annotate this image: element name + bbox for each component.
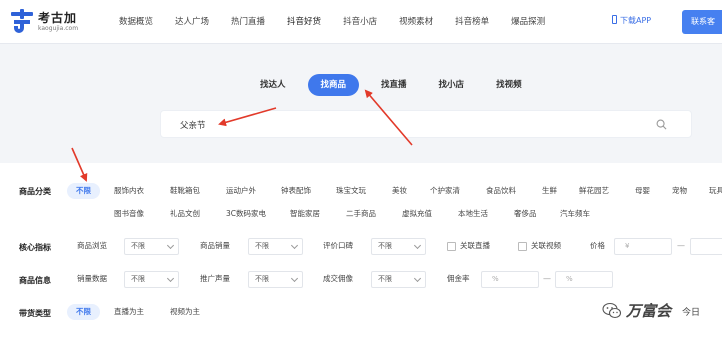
category-option[interactable]: 钟表配饰 — [281, 183, 311, 199]
rating-select[interactable]: 不限 — [371, 238, 426, 255]
category-option[interactable]: 生鲜 — [542, 183, 557, 199]
nav-item-douyin-shops[interactable]: 抖音小店 — [332, 0, 388, 44]
wechat-icon — [602, 302, 622, 319]
views-select-value: 不限 — [131, 242, 145, 250]
rating-select-value: 不限 — [378, 242, 392, 250]
nav-item-influencers[interactable]: 达人广场 — [164, 0, 220, 44]
category-option[interactable]: 本地生活 — [458, 206, 488, 222]
chevron-down-icon — [290, 241, 299, 250]
promo-volume-select[interactable]: 不限 — [248, 271, 303, 288]
download-app-link[interactable]: 下载APP — [612, 15, 651, 26]
chevron-down-icon — [166, 274, 175, 283]
category-option[interactable]: 汽车频车 — [560, 206, 590, 222]
category-option[interactable]: 宠物 — [672, 183, 687, 199]
conversion-label: 成交佣像 — [323, 274, 353, 283]
selling-type-option-all[interactable]: 不限 — [67, 304, 100, 320]
price-min-input[interactable]: ¥ — [614, 238, 672, 255]
category-option[interactable]: 智能家居 — [290, 206, 320, 222]
sales-data-label: 销量数据 — [77, 274, 107, 283]
category-option[interactable]: 珠宝文玩 — [336, 183, 366, 199]
commission-max-input[interactable]: % — [555, 271, 613, 288]
search-icon[interactable] — [656, 119, 667, 130]
search-panel: 找达人 找商品 找直播 找小店 找视频 父亲节 — [0, 50, 722, 157]
range-dash: — — [543, 274, 551, 283]
main-nav: 数据概览 达人广场 热门直播 抖音好货 抖音小店 视频素材 抖音榜单 爆品探测 — [108, 0, 556, 44]
chevron-down-icon — [166, 241, 175, 250]
category-option[interactable]: 3C数码家电 — [226, 206, 266, 222]
commission-rate-label: 佣金率 — [447, 274, 470, 283]
views-label: 商品浏览 — [77, 241, 107, 250]
logo-icon — [11, 9, 33, 33]
category-option[interactable]: 食品饮料 — [486, 183, 516, 199]
find-tabs: 找达人 找商品 找直播 找小店 找视频 — [250, 74, 544, 96]
category-option[interactable]: 图书音像 — [114, 206, 144, 222]
sales-data-select[interactable]: 不限 — [124, 271, 179, 288]
related-video-checkbox[interactable] — [518, 242, 527, 251]
watermark-text: 万富会 — [626, 302, 672, 320]
views-select[interactable]: 不限 — [124, 238, 179, 255]
category-option[interactable]: 奢侈品 — [514, 206, 537, 222]
tab-find-videos[interactable]: 找视频 — [486, 74, 532, 96]
promo-volume-label: 推广声量 — [200, 274, 230, 283]
category-option[interactable]: 鲜花园艺 — [579, 183, 609, 199]
range-dash: — — [677, 241, 685, 250]
tab-find-influencers[interactable]: 找达人 — [250, 74, 296, 96]
conversion-select-value: 不限 — [378, 275, 392, 283]
nav-item-hot-products[interactable]: 爆品探测 — [500, 0, 556, 44]
category-label: 商品分类 — [19, 187, 51, 196]
promo-volume-select-value: 不限 — [255, 275, 269, 283]
nav-item-hot-live[interactable]: 热门直播 — [220, 0, 276, 44]
logo-title: 考古加 — [38, 11, 78, 25]
nav-item-video-materials[interactable]: 视频素材 — [388, 0, 444, 44]
download-app-label: 下载APP — [620, 16, 652, 25]
phone-icon — [612, 15, 617, 24]
category-option[interactable]: 二手商品 — [346, 206, 376, 222]
watermark: 万富会 今日 — [602, 300, 722, 324]
contact-button[interactable]: 联系客 — [682, 10, 722, 34]
selling-type-label: 带货类型 — [19, 309, 51, 318]
category-option[interactable]: 美妆 — [392, 183, 407, 199]
category-option[interactable]: 礼品文创 — [170, 206, 200, 222]
related-live-label: 关联直播 — [460, 241, 490, 250]
watermark-tail: 今日 — [682, 308, 701, 318]
chevron-down-icon — [290, 274, 299, 283]
conversion-select[interactable]: 不限 — [371, 271, 426, 288]
sales-select[interactable]: 不限 — [248, 238, 303, 255]
rating-label: 评价口碑 — [323, 241, 353, 250]
category-option[interactable]: 鞋靴箱包 — [170, 183, 200, 199]
logo[interactable]: 考古加 kaogujia.com — [10, 7, 110, 37]
tab-find-live[interactable]: 找直播 — [371, 74, 417, 96]
search-input-value: 父亲节 — [180, 121, 206, 131]
core-metrics-label: 核心指标 — [19, 243, 51, 252]
sales-label: 商品销量 — [200, 241, 230, 250]
nav-item-data-overview[interactable]: 数据概览 — [108, 0, 164, 44]
category-option[interactable]: 个护家清 — [430, 183, 460, 199]
category-option[interactable]: 虚拟充值 — [402, 206, 432, 222]
price-max-input[interactable] — [690, 238, 722, 255]
nav-item-douyin-goods[interactable]: 抖音好货 — [276, 0, 332, 44]
category-option[interactable]: 母婴 — [635, 183, 650, 199]
selling-type-option-live[interactable]: 直播为主 — [114, 304, 144, 320]
tab-find-shops[interactable]: 找小店 — [429, 74, 475, 96]
logo-subtitle: kaogujia.com — [38, 25, 79, 32]
top-navbar: 考古加 kaogujia.com 数据概览 达人广场 热门直播 抖音好货 抖音小… — [0, 0, 722, 44]
chevron-down-icon — [413, 241, 422, 250]
tab-find-products[interactable]: 找商品 — [307, 74, 360, 96]
sales-select-value: 不限 — [255, 242, 269, 250]
related-live-checkbox[interactable] — [447, 242, 456, 251]
nav-item-rankings[interactable]: 抖音榜单 — [444, 0, 500, 44]
category-option-all[interactable]: 不限 — [67, 183, 100, 199]
product-info-label: 商品信息 — [19, 276, 51, 285]
commission-min-input[interactable]: % — [481, 271, 539, 288]
sales-data-select-value: 不限 — [131, 275, 145, 283]
category-option[interactable]: 服饰内衣 — [114, 183, 144, 199]
related-video-label: 关联视频 — [531, 241, 561, 250]
selling-type-option-video[interactable]: 视频为主 — [170, 304, 200, 320]
category-option[interactable]: 玩具 — [709, 183, 722, 199]
search-input[interactable]: 父亲节 — [160, 110, 692, 138]
category-option[interactable]: 运动户外 — [226, 183, 256, 199]
price-label: 价格 — [590, 241, 605, 250]
chevron-down-icon — [413, 274, 422, 283]
